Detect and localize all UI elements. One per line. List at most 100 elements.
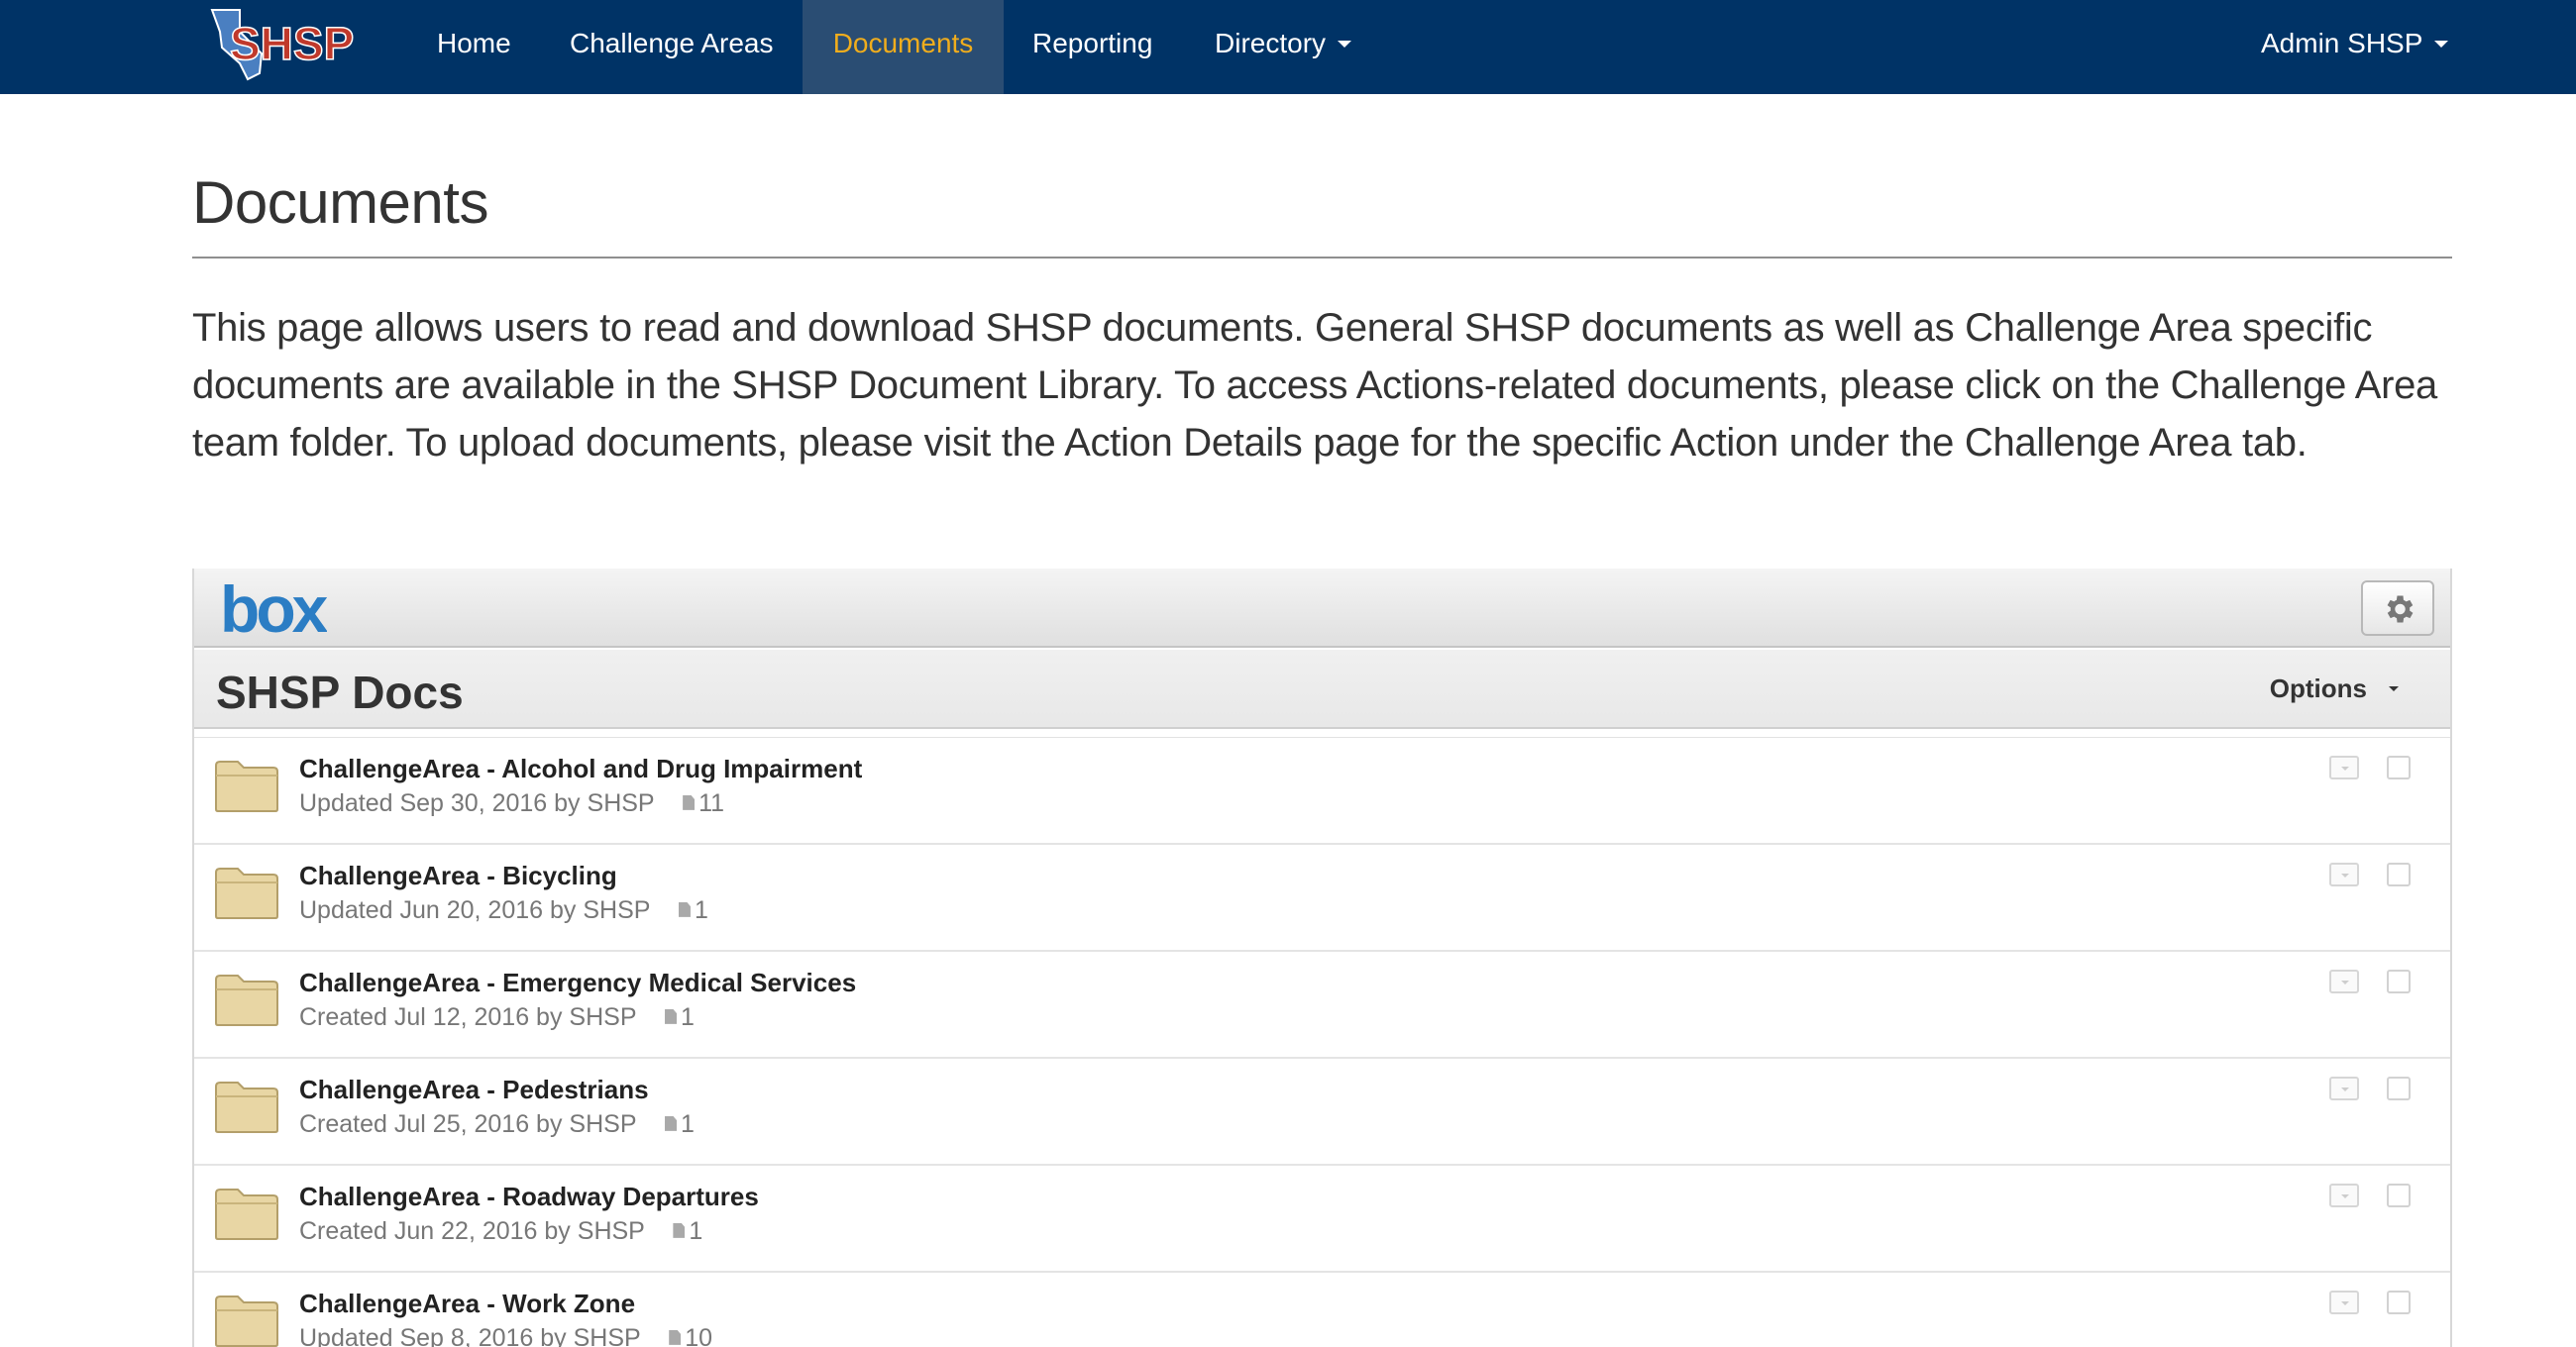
file-count: 1: [665, 1110, 695, 1138]
file-count: 1: [673, 1217, 702, 1245]
file-count: 1: [665, 1003, 695, 1031]
file-count-value: 11: [698, 789, 725, 817]
chevron-down-icon: [2341, 1088, 2349, 1091]
document-icon: [665, 1115, 678, 1131]
chevron-down-icon: [2389, 686, 2399, 692]
folder-icon: [215, 1082, 278, 1133]
row-menu-button[interactable]: [2329, 1184, 2359, 1207]
document-icon: [678, 901, 691, 917]
box-logo[interactable]: box: [218, 572, 333, 646]
folder-status: Updated Sep 30, 2016 by: [299, 789, 581, 817]
document-icon: [683, 794, 696, 810]
chevron-down-icon: [2341, 767, 2349, 771]
top-navbar: SHSP Home Challenge Areas Documents Repo…: [0, 0, 2576, 94]
folder-status: Updated Jun 20, 2016 by: [299, 896, 577, 924]
shsp-logo[interactable]: SHSP: [200, 4, 367, 83]
folder-meta: Created Jun 22, 2016 by SHSP 1: [299, 1217, 702, 1246]
row-menu-button[interactable]: [2329, 863, 2359, 886]
folder-list: ChallengeArea - Alcohol and Drug Impairm…: [194, 737, 2450, 1347]
nav-challenge-areas[interactable]: Challenge Areas: [570, 0, 773, 94]
folder-icon: [215, 761, 278, 812]
row-menu-button[interactable]: [2329, 1077, 2359, 1100]
folder-name[interactable]: ChallengeArea - Bicycling: [299, 861, 617, 891]
row-checkbox[interactable]: [2387, 756, 2411, 779]
folder-owner[interactable]: SHSP: [578, 1217, 645, 1245]
row-menu-button[interactable]: [2329, 756, 2359, 779]
row-menu-button[interactable]: [2329, 1291, 2359, 1314]
folder-icon: [215, 1295, 278, 1347]
folder-icon: [215, 868, 278, 919]
folder-status: Created Jul 12, 2016 by: [299, 1003, 563, 1031]
logo-text: SHSP: [230, 18, 354, 69]
folder-row[interactable]: ChallengeArea - Bicycling Updated Jun 20…: [194, 845, 2450, 952]
box-embed: box SHSP Docs Options ChallengeArea - Al…: [192, 569, 2452, 1347]
box-toolbar: box: [194, 569, 2450, 648]
folder-owner[interactable]: SHSP: [569, 1110, 636, 1138]
folder-row[interactable]: ChallengeArea - Emergency Medical Servic…: [194, 952, 2450, 1059]
nav-directory-label: Directory: [1215, 28, 1327, 58]
folder-name[interactable]: ChallengeArea - Work Zone: [299, 1289, 635, 1319]
title-divider: [192, 257, 2452, 259]
box-brand-text: box: [220, 572, 327, 642]
folder-row[interactable]: ChallengeArea - Roadway Departures Creat…: [194, 1166, 2450, 1273]
file-count-value: 1: [689, 1217, 703, 1245]
file-count: 11: [683, 789, 724, 817]
folder-name[interactable]: ChallengeArea - Roadway Departures: [299, 1182, 759, 1212]
folder-row[interactable]: ChallengeArea - Work Zone Updated Sep 8,…: [194, 1273, 2450, 1347]
nav-documents[interactable]: Documents: [803, 0, 1004, 94]
user-menu[interactable]: Admin SHSP: [2261, 0, 2449, 94]
folder-meta: Updated Sep 30, 2016 by SHSP 11: [299, 789, 724, 818]
chevron-down-icon: [2341, 874, 2349, 878]
file-count-value: 1: [694, 896, 708, 924]
chevron-down-icon: [2341, 1194, 2349, 1198]
file-count: 1: [678, 896, 708, 924]
folder-name[interactable]: ChallengeArea - Alcohol and Drug Impairm…: [299, 754, 862, 784]
file-count-value: 1: [681, 1110, 695, 1138]
chevron-down-icon: [1338, 40, 1352, 48]
folder-owner[interactable]: SHSP: [583, 896, 650, 924]
folder-name[interactable]: ChallengeArea - Pedestrians: [299, 1075, 649, 1105]
file-count-value: 10: [685, 1324, 713, 1347]
folder-name[interactable]: ChallengeArea - Emergency Medical Servic…: [299, 968, 856, 998]
folder-icon: [215, 975, 278, 1026]
folder-row[interactable]: ChallengeArea - Pedestrians Created Jul …: [194, 1059, 2450, 1166]
page-title: Documents: [192, 169, 488, 236]
chevron-down-icon: [2341, 1301, 2349, 1305]
row-checkbox[interactable]: [2387, 1077, 2411, 1100]
document-icon: [669, 1329, 682, 1345]
file-count-value: 1: [681, 1003, 695, 1031]
nav-directory[interactable]: Directory: [1215, 0, 1352, 94]
options-label: Options: [2269, 674, 2367, 703]
folder-meta: Created Jul 25, 2016 by SHSP 1: [299, 1110, 695, 1139]
folder-meta: Created Jul 12, 2016 by SHSP 1: [299, 1003, 695, 1032]
row-checkbox[interactable]: [2387, 970, 2411, 993]
folder-header: SHSP Docs Options: [194, 650, 2450, 729]
folder-status: Created Jul 25, 2016 by: [299, 1110, 563, 1138]
settings-button[interactable]: [2361, 580, 2434, 636]
folder-owner[interactable]: SHSP: [588, 789, 655, 817]
row-checkbox[interactable]: [2387, 863, 2411, 886]
user-menu-label: Admin SHSP: [2261, 28, 2423, 58]
chevron-down-icon: [2341, 981, 2349, 984]
folder-icon: [215, 1189, 278, 1240]
folder-owner[interactable]: SHSP: [574, 1324, 641, 1347]
row-checkbox[interactable]: [2387, 1184, 2411, 1207]
file-count: 10: [669, 1324, 712, 1347]
gear-icon: [2387, 595, 2414, 623]
folder-status: Created Jun 22, 2016 by: [299, 1217, 571, 1245]
folder-title: SHSP Docs: [216, 667, 464, 718]
chevron-down-icon: [2434, 40, 2449, 48]
folder-status: Updated Sep 8, 2016 by: [299, 1324, 567, 1347]
intro-paragraph: This page allows users to read and downl…: [192, 306, 2437, 465]
document-icon: [673, 1222, 686, 1238]
folder-owner[interactable]: SHSP: [569, 1003, 636, 1031]
nav-home[interactable]: Home: [437, 0, 511, 94]
folder-row[interactable]: ChallengeArea - Alcohol and Drug Impairm…: [194, 738, 2450, 845]
nav-reporting[interactable]: Reporting: [1032, 0, 1152, 94]
folder-meta: Updated Jun 20, 2016 by SHSP 1: [299, 896, 708, 925]
document-icon: [665, 1008, 678, 1024]
row-menu-button[interactable]: [2329, 970, 2359, 993]
row-checkbox[interactable]: [2387, 1291, 2411, 1314]
options-menu[interactable]: Options: [2270, 674, 2399, 704]
folder-meta: Updated Sep 8, 2016 by SHSP 10: [299, 1324, 712, 1347]
